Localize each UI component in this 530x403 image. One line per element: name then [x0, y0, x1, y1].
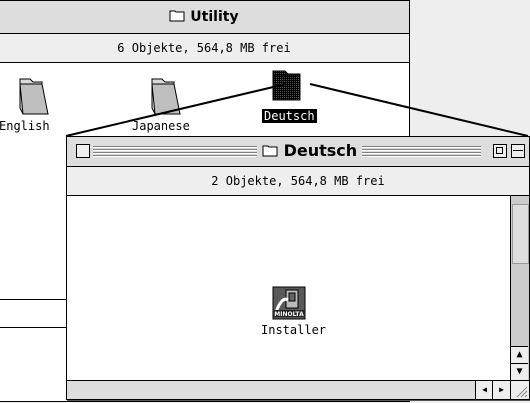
resize-grip[interactable]: [510, 380, 529, 399]
minolta-badge: MINOLTA: [274, 311, 304, 318]
resize-grip-icon: [516, 386, 528, 398]
scroll-up-button[interactable]: ▲: [511, 346, 528, 363]
scroll-thumb[interactable]: [512, 204, 529, 264]
installer-label: Installer: [261, 323, 327, 337]
front-window-content: MINOLTA Installer: [67, 196, 510, 380]
close-box[interactable]: [76, 144, 90, 158]
status-bar-deutsch: 2 Objekte, 564,8 MB frei: [67, 167, 529, 196]
vertical-scrollbar[interactable]: ▲ ▼: [510, 196, 529, 380]
window-title-deutsch: Deutsch: [257, 141, 363, 161]
installer-item[interactable]: MINOLTA: [272, 286, 306, 320]
folder-icon: [262, 141, 284, 160]
window-deutsch[interactable]: Deutsch 2 Objekte, 564,8 MB frei MINOLTA…: [66, 136, 530, 400]
horizontal-scrollbar[interactable]: ◀ ▶: [67, 380, 510, 399]
scroll-left-button[interactable]: ◀: [475, 381, 493, 399]
scroll-down-button[interactable]: ▼: [511, 363, 528, 380]
collapse-box[interactable]: [511, 144, 525, 158]
titlebar-deutsch[interactable]: Deutsch: [67, 137, 529, 167]
scroll-right-button[interactable]: ▶: [492, 381, 510, 399]
zoom-box[interactable]: [493, 144, 507, 158]
